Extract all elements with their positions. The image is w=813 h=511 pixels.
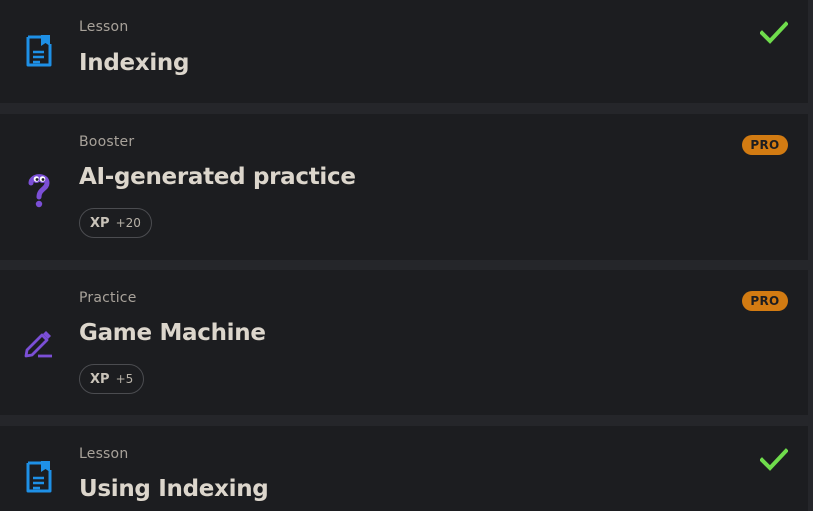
checkmark-icon [759,21,789,45]
xp-pill: XP +20 [79,208,152,238]
item-type: Lesson [79,446,129,462]
item-title: Game Machine [79,320,266,346]
list-item-game-machine[interactable]: Practice Game Machine XP +5 PRO [0,270,808,415]
checkmark-icon [759,448,789,472]
item-type: Lesson [79,19,129,35]
item-title: Using Indexing [79,476,269,502]
question-mark-icon [24,170,54,210]
item-type: Practice [79,290,137,306]
list-item-ai-generated-practice[interactable]: Booster AI-generated practice XP +20 PRO [0,114,808,260]
xp-label: XP [90,371,110,387]
item-type: Booster [79,134,135,150]
list-item-indexing[interactable]: Lesson Indexing [0,0,808,103]
xp-pill: XP +5 [79,364,145,394]
pro-badge: PRO [742,291,788,311]
lesson-doc-icon [22,460,56,494]
xp-value: +5 [115,372,134,386]
lesson-doc-icon [22,34,56,68]
item-title: AI-generated practice [79,164,356,190]
item-title: Indexing [79,50,190,76]
list-item-using-indexing[interactable]: Lesson Using Indexing [0,426,808,511]
lesson-list: Lesson Indexing Booster AI-generated pra… [0,0,813,511]
pro-badge: PRO [742,135,788,155]
xp-label: XP [90,215,110,231]
xp-value: +20 [115,216,141,230]
pencil-edit-icon [22,326,56,360]
